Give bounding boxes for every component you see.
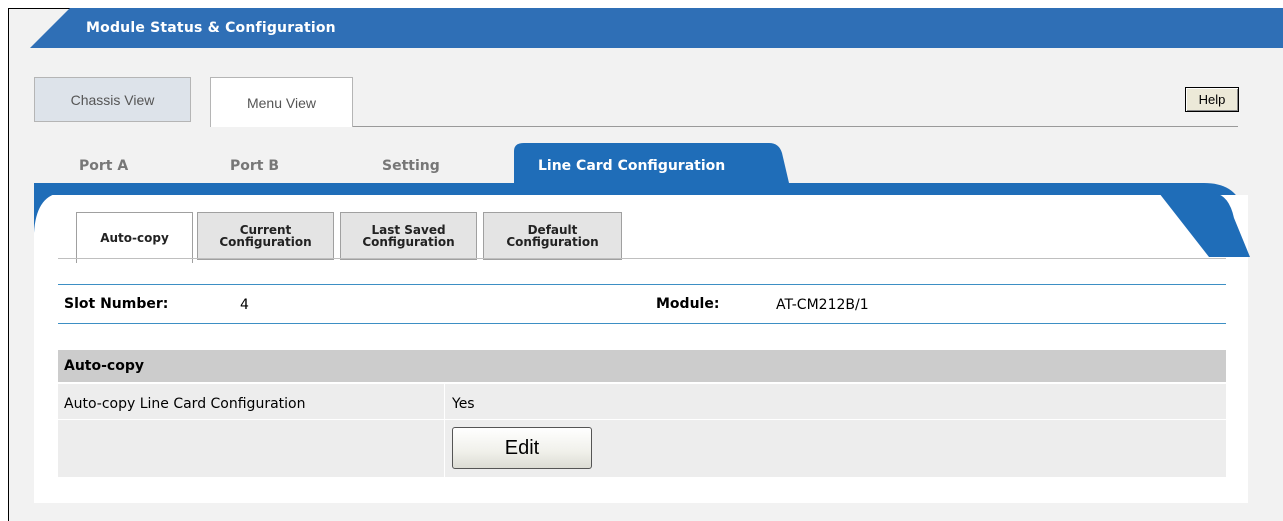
subtab-auto-copy[interactable]: Auto-copy <box>76 212 193 263</box>
info-rule-bottom <box>58 323 1226 324</box>
tab-line-card-configuration[interactable]: Line Card Configuration <box>538 158 725 174</box>
subtab-last-saved-configuration[interactable]: Last Saved Configuration <box>340 212 477 260</box>
info-rule-top <box>58 284 1226 285</box>
subtab-baseline <box>58 258 1226 259</box>
subtab-current-configuration[interactable]: Current Configuration <box>197 212 334 260</box>
subtab-label-line2: Configuration <box>219 235 312 249</box>
subtab-label-line2: Configuration <box>362 235 455 249</box>
auto-copy-setting-value: Yes <box>452 396 475 412</box>
module-label: Module: <box>656 296 720 312</box>
edit-button[interactable]: Edit <box>452 427 592 469</box>
slot-number-value: 4 <box>240 297 249 313</box>
auto-copy-setting-label: Auto-copy Line Card Configuration <box>64 396 306 412</box>
table-row <box>58 420 1226 477</box>
subtab-default-configuration[interactable]: Default Configuration <box>483 212 622 260</box>
subtab-label-line2: Configuration <box>506 235 599 249</box>
tab-menu-view[interactable]: Menu View <box>210 77 353 127</box>
tab-chassis-view[interactable]: Chassis View <box>34 77 191 122</box>
subtab-auto-copy-label: Auto-copy <box>100 231 169 245</box>
slot-number-label: Slot Number: <box>64 296 169 312</box>
help-button[interactable]: Help <box>1185 87 1239 112</box>
column-divider <box>444 384 445 477</box>
section-header-auto-copy: Auto-copy <box>58 350 1226 382</box>
page-title: Module Status & Configuration <box>86 20 336 36</box>
module-value: AT-CM212B/1 <box>776 297 869 313</box>
view-tabs-divider <box>353 126 1238 127</box>
